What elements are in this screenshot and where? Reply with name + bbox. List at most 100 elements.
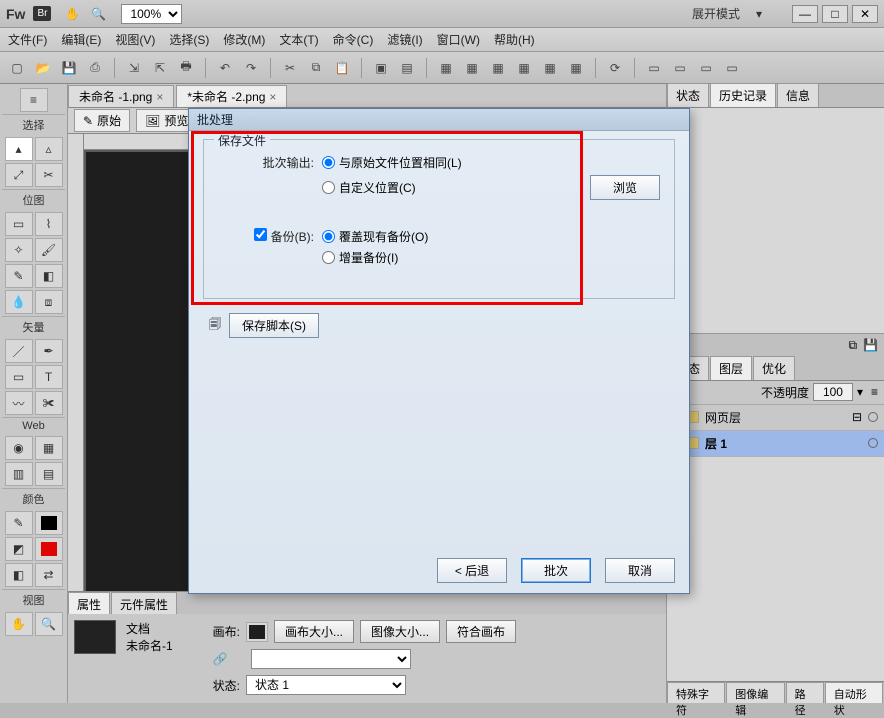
maximize-button[interactable]: □ bbox=[822, 5, 848, 23]
view-original[interactable]: ✎原始 bbox=[74, 109, 130, 132]
tab-state[interactable]: 状态 bbox=[667, 83, 709, 107]
tab-history[interactable]: 历史记录 bbox=[710, 83, 776, 107]
layer-row-1[interactable]: 层 1 bbox=[667, 431, 884, 457]
rect-tool[interactable]: ▭ bbox=[5, 365, 33, 389]
radio-same-location[interactable]: 与原始文件位置相同(L) bbox=[322, 154, 462, 171]
align2-icon[interactable]: ▦ bbox=[461, 57, 483, 79]
open-icon[interactable]: 📂 bbox=[32, 57, 54, 79]
menu-modify[interactable]: 修改(M) bbox=[223, 31, 265, 48]
tab-autoshape[interactable]: 自动形状 bbox=[825, 682, 883, 703]
hand-icon[interactable]: ✋ bbox=[63, 5, 81, 23]
canvas-color-swatch[interactable] bbox=[246, 622, 268, 642]
doc-tab-2[interactable]: *未命名 -2.png × bbox=[176, 85, 287, 107]
menu-help[interactable]: 帮助(H) bbox=[494, 31, 535, 48]
browse-button[interactable]: 浏览 bbox=[590, 175, 660, 200]
opacity-input[interactable] bbox=[813, 383, 853, 401]
state-select[interactable]: 状态 1 bbox=[246, 675, 406, 695]
import-icon[interactable]: ⇲ bbox=[123, 57, 145, 79]
backup-checkbox-input[interactable] bbox=[254, 228, 267, 241]
radio-same-location-input[interactable] bbox=[322, 156, 335, 169]
visibility-icon[interactable] bbox=[868, 412, 878, 422]
default-colors[interactable]: ◧ bbox=[5, 563, 33, 587]
tab-path[interactable]: 路径 bbox=[786, 682, 824, 703]
tab-special-chars[interactable]: 特殊字符 bbox=[667, 682, 725, 703]
tab-optimize[interactable]: 优化 bbox=[753, 356, 795, 380]
align5-icon[interactable]: ▦ bbox=[539, 57, 561, 79]
align3-icon[interactable]: ▦ bbox=[487, 57, 509, 79]
visibility-icon[interactable] bbox=[868, 438, 878, 448]
link-icon[interactable]: 🔗 bbox=[213, 652, 245, 666]
radio-incremental-backup[interactable]: 增量备份(I) bbox=[322, 249, 398, 266]
slice-tool[interactable]: ▦ bbox=[35, 436, 63, 460]
menu-select[interactable]: 选择(S) bbox=[169, 31, 209, 48]
paste-icon[interactable]: 📋 bbox=[331, 57, 353, 79]
align4-icon[interactable]: ▦ bbox=[513, 57, 535, 79]
menu-file[interactable]: 文件(F) bbox=[8, 31, 47, 48]
brush-tool[interactable]: 🖌 bbox=[35, 238, 63, 262]
arrange3-icon[interactable]: ▭ bbox=[695, 57, 717, 79]
save-icon[interactable]: 💾 bbox=[58, 57, 80, 79]
save-script-button[interactable]: 保存脚本(S) bbox=[229, 313, 319, 338]
canvas-size-button[interactable]: 画布大小... bbox=[274, 620, 354, 643]
stamp-tool[interactable]: ⧈ bbox=[35, 290, 63, 314]
print-icon[interactable]: 🖶 bbox=[175, 57, 197, 79]
lasso-tool[interactable]: ⌇ bbox=[35, 212, 63, 236]
saveall-icon[interactable]: ⎙ bbox=[84, 57, 106, 79]
arrange4-icon[interactable]: ▭ bbox=[721, 57, 743, 79]
new-icon[interactable]: ▢ bbox=[6, 57, 28, 79]
ungroup-icon[interactable]: ▤ bbox=[396, 57, 418, 79]
zoom-select[interactable]: 100% bbox=[121, 4, 182, 24]
stroke-color[interactable]: ✎ bbox=[5, 511, 33, 535]
fill-swatch[interactable] bbox=[35, 537, 63, 561]
cut-icon[interactable]: ✂ bbox=[279, 57, 301, 79]
text-tool[interactable]: T bbox=[35, 365, 63, 389]
group-icon[interactable]: ▣ bbox=[370, 57, 392, 79]
chevron-down-icon[interactable]: ▾ bbox=[857, 385, 863, 399]
marquee-tool[interactable]: ▭ bbox=[5, 212, 33, 236]
radio-incremental-backup-input[interactable] bbox=[322, 251, 335, 264]
radio-custom-location[interactable]: 自定义位置(C) bbox=[322, 179, 416, 196]
wand-tool[interactable]: ✧ bbox=[5, 238, 33, 262]
close-icon[interactable]: × bbox=[269, 90, 276, 104]
freeform-tool[interactable]: 〰 bbox=[5, 391, 33, 415]
panel-grip[interactable]: ≡ bbox=[20, 88, 48, 112]
image-size-button[interactable]: 图像大小... bbox=[360, 620, 440, 643]
backup-checkbox[interactable]: 备份(B): bbox=[254, 230, 314, 244]
cancel-button[interactable]: 取消 bbox=[605, 558, 675, 583]
close-button[interactable]: ✕ bbox=[852, 5, 878, 23]
swap-colors[interactable]: ⇄ bbox=[35, 563, 63, 587]
arrange2-icon[interactable]: ▭ bbox=[669, 57, 691, 79]
radio-custom-location-input[interactable] bbox=[322, 181, 335, 194]
tab-layers[interactable]: 图层 bbox=[710, 356, 752, 380]
menu-filters[interactable]: 滤镜(I) bbox=[387, 31, 422, 48]
menu-window[interactable]: 窗口(W) bbox=[437, 31, 480, 48]
minimize-button[interactable]: — bbox=[792, 5, 818, 23]
stroke-swatch[interactable] bbox=[35, 511, 63, 535]
dialog-title[interactable]: 批处理 bbox=[189, 109, 689, 131]
layer-row-web[interactable]: 网页层 ⊟ bbox=[667, 405, 884, 431]
eraser-tool[interactable]: ◧ bbox=[35, 264, 63, 288]
pencil-tool[interactable]: ✎ bbox=[5, 264, 33, 288]
radio-overwrite-backup-input[interactable] bbox=[322, 230, 335, 243]
doc-tab-1[interactable]: 未命名 -1.png × bbox=[68, 85, 174, 107]
pen-tool[interactable]: ✒ bbox=[35, 339, 63, 363]
link-select[interactable] bbox=[251, 649, 411, 669]
align1-icon[interactable]: ▦ bbox=[435, 57, 457, 79]
subselect-tool[interactable]: ▵ bbox=[35, 137, 63, 161]
menu-edit[interactable]: 编辑(E) bbox=[61, 31, 101, 48]
fill-color[interactable]: ◩ bbox=[5, 537, 33, 561]
menu-view[interactable]: 视图(V) bbox=[115, 31, 155, 48]
menu-commands[interactable]: 命令(C) bbox=[333, 31, 374, 48]
export-icon[interactable]: ⇱ bbox=[149, 57, 171, 79]
tab-image-edit[interactable]: 图像编辑 bbox=[726, 682, 784, 703]
tab-props[interactable]: 属性 bbox=[68, 592, 110, 614]
knife-tool[interactable]: ✀ bbox=[35, 391, 63, 415]
hand-tool[interactable]: ✋ bbox=[5, 612, 33, 636]
radio-overwrite-backup[interactable]: 覆盖现有备份(O) bbox=[322, 228, 428, 245]
undo-icon[interactable]: ↶ bbox=[214, 57, 236, 79]
close-icon[interactable]: × bbox=[156, 90, 163, 104]
share-icon[interactable]: ⊟ bbox=[852, 410, 862, 424]
tab-info[interactable]: 信息 bbox=[777, 83, 819, 107]
arrange1-icon[interactable]: ▭ bbox=[643, 57, 665, 79]
pointer-tool[interactable]: ▴ bbox=[5, 137, 33, 161]
